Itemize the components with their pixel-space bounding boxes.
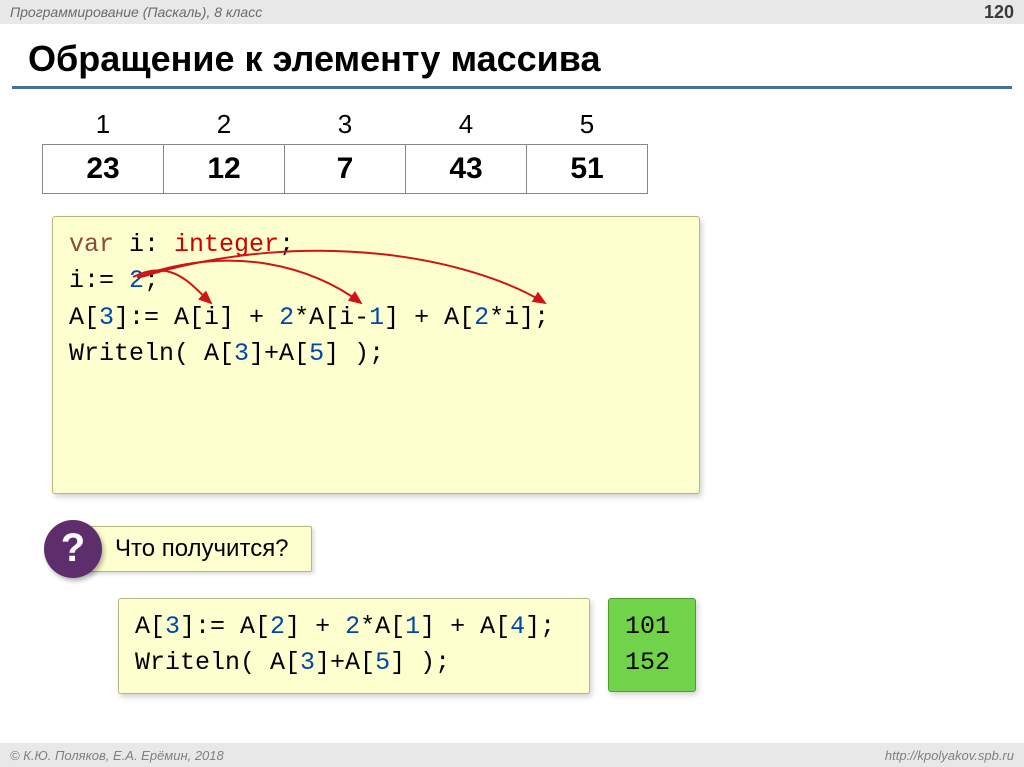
array-index: 4 <box>406 105 527 145</box>
array-cell: 43 <box>406 145 527 194</box>
question-mark-icon: ? <box>44 520 102 578</box>
answer-box: 101 152 <box>608 598 696 693</box>
footer-url: http://kpolyakov.spb.ru <box>885 748 1014 763</box>
title-underline <box>12 86 1012 89</box>
solution-row: A[3]:= A[2] + 2*A[1] + A[4]; Writeln( A[… <box>118 598 1024 695</box>
code-block-2: A[3]:= A[2] + 2*A[1] + A[4]; Writeln( A[… <box>118 598 590 695</box>
answer-value: 101 <box>625 609 679 645</box>
array-index: 3 <box>285 105 406 145</box>
array-index: 5 <box>527 105 648 145</box>
array-cell: 23 <box>43 145 164 194</box>
array-index: 2 <box>164 105 285 145</box>
question-group: ? Что получится? <box>44 526 1024 572</box>
footer-bar: © К.Ю. Поляков, Е.А. Ерёмин, 2018 http:/… <box>0 743 1024 767</box>
array-cell: 7 <box>285 145 406 194</box>
answer-value: 152 <box>625 645 679 681</box>
header-bar: Программирование (Паскаль), 8 класс 120 <box>0 0 1024 24</box>
course-label: Программирование (Паскаль), 8 класс <box>10 4 262 20</box>
code-block-1: var i: integer; i:= 2; A[3]:= A[i] + 2*A… <box>52 216 700 494</box>
array-index-row: 1 2 3 4 5 <box>43 105 648 145</box>
array-cell: 51 <box>527 145 648 194</box>
page-title: Обращение к элементу массива <box>28 38 996 80</box>
array-index: 1 <box>43 105 164 145</box>
footer-author: © К.Ю. Поляков, Е.А. Ерёмин, 2018 <box>10 748 224 763</box>
array-value-row: 23 12 7 43 51 <box>43 145 648 194</box>
question-label: Что получится? <box>84 526 312 572</box>
page-number: 120 <box>984 2 1014 23</box>
array-cell: 12 <box>164 145 285 194</box>
array-table: 1 2 3 4 5 23 12 7 43 51 <box>42 105 648 194</box>
